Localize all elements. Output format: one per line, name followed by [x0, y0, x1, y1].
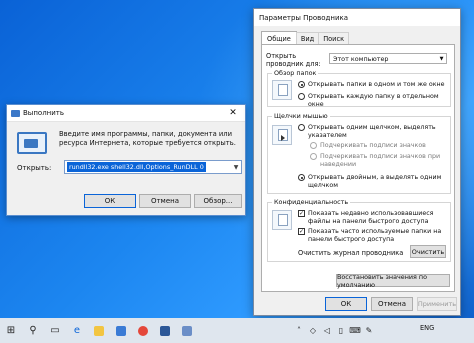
radio-button[interactable] [298, 93, 305, 100]
check-frequent-folders-label: Показать часто используемые папки на пан… [308, 228, 442, 243]
radio-underline-hover-label: Подчеркивать подписи значков при наведен… [320, 153, 441, 168]
cancel-button[interactable]: Отмена [371, 297, 413, 311]
checkbox[interactable]: ✓ [298, 228, 305, 235]
clicks-legend: Щелчки мышью [272, 112, 330, 120]
radio-button[interactable] [298, 174, 305, 181]
browse-folders-group: Обзор папок Открывать папки в одном и то… [267, 69, 451, 108]
taskbar: ⊞ ⚲ ▭ e ˄ ◇ ◁ ▯ ⌨ ✎ ENG [0, 318, 474, 343]
folder-options-title: Параметры Проводника [259, 13, 349, 22]
store-icon[interactable] [110, 318, 132, 343]
radio-same-window[interactable]: Открывать папки в одном и том же окне [298, 81, 445, 89]
radio-underline-always[interactable]: Подчеркивать подписи значков [310, 142, 448, 150]
ok-button[interactable]: ОК [325, 297, 367, 311]
run-description: Введите имя программы, папки, документа … [59, 130, 236, 147]
folder-options-titlebar[interactable]: Параметры Проводника [254, 9, 460, 26]
pointer-illustration-icon [272, 125, 292, 145]
network-icon[interactable]: ◇ [306, 326, 320, 335]
radio-underline-always-label: Подчеркивать подписи значков [320, 142, 426, 149]
check-recent-files[interactable]: ✓ Показать недавно использовавшиеся файл… [298, 210, 448, 225]
chevron-up-icon[interactable]: ˄ [292, 326, 306, 335]
open-explorer-for-select[interactable]: Этот компьютер ▼ [329, 53, 447, 64]
checkbox[interactable]: ✓ [298, 210, 305, 217]
volume-icon[interactable]: ◁ [320, 326, 334, 335]
radio-single-click[interactable]: Открывать одним щелчком, выделять указат… [298, 124, 448, 139]
check-frequent-folders[interactable]: ✓ Показать часто используемые папки на п… [298, 228, 448, 243]
radio-button[interactable] [298, 81, 305, 88]
run-dialog: Выполнить ✕ Введите имя программы, папки… [6, 104, 246, 216]
check-recent-files-label: Показать недавно использовавшиеся файлы … [308, 210, 434, 225]
app-icon[interactable] [176, 318, 198, 343]
windows-start-icon[interactable]: ⊞ [0, 318, 22, 343]
task-view-icon[interactable]: ▭ [44, 318, 66, 343]
privacy-legend: Конфиденциальность [272, 198, 351, 206]
privacy-group: Конфиденциальность ✓ Показать недавно ис… [267, 198, 451, 262]
run-cancel-button[interactable]: Отмена [139, 194, 191, 208]
clear-history-label: Очистить журнал проводника [298, 249, 404, 257]
open-label: Открыть: [17, 164, 52, 172]
close-icon[interactable]: ✕ [221, 108, 245, 118]
ime-icon[interactable]: ⌨ [348, 326, 362, 335]
clear-history-button[interactable]: Очистить [410, 245, 446, 258]
run-ok-button[interactable]: ОК [84, 194, 136, 208]
pen-icon[interactable]: ✎ [362, 326, 376, 335]
open-explorer-for-label: Открыть проводник для: [266, 52, 321, 68]
radio-button[interactable] [298, 124, 305, 131]
radio-new-window-label: Открывать каждую папку в отдельном окне [308, 93, 439, 108]
chrome-icon[interactable] [132, 318, 154, 343]
open-input[interactable]: rundll32.exe shell32.dll,Options_RunDLL … [64, 160, 242, 174]
radio-single-click-label: Открывать одним щелчком, выделять указат… [308, 124, 436, 139]
language-indicator[interactable]: ENG [420, 324, 434, 332]
apply-button[interactable]: Применить [417, 297, 457, 311]
run-program-icon [17, 132, 47, 154]
radio-button[interactable] [310, 153, 317, 160]
run-browse-button[interactable]: Обзор... [194, 194, 242, 208]
run-titlebar[interactable]: Выполнить ✕ [7, 105, 245, 122]
radio-new-window[interactable]: Открывать каждую папку в отдельном окне [298, 93, 450, 108]
explorer-icon[interactable] [88, 318, 110, 343]
folder-options-dialog: Параметры Проводника Общие Вид Поиск Отк… [253, 8, 461, 316]
battery-icon[interactable]: ▯ [334, 326, 348, 335]
chevron-down-icon[interactable]: ▼ [437, 56, 446, 62]
radio-underline-hover[interactable]: Подчеркивать подписи значков при наведен… [310, 153, 448, 168]
chevron-down-icon[interactable]: ▼ [231, 164, 241, 171]
general-panel: Открыть проводник для: Этот компьютер ▼ … [261, 44, 455, 292]
radio-same-window-label: Открывать папки в одном и том же окне [308, 81, 445, 88]
system-tray: ˄ ◇ ◁ ▯ ⌨ ✎ [292, 318, 376, 343]
word-icon[interactable] [154, 318, 176, 343]
open-input-value[interactable]: rundll32.exe shell32.dll,Options_RunDLL … [67, 162, 206, 172]
privacy-illustration-icon [272, 210, 292, 230]
restore-defaults-button[interactable]: Восстановить значения по умолчанию [336, 273, 450, 289]
folder-illustration-icon [272, 80, 292, 100]
run-title: Выполнить [23, 109, 64, 117]
run-app-icon [11, 109, 20, 117]
clicks-group: Щелчки мышью Открывать одним щелчком, вы… [267, 112, 451, 194]
radio-button[interactable] [310, 142, 317, 149]
browse-folders-legend: Обзор папок [272, 69, 319, 77]
radio-double-click[interactable]: Открывать двойным, а выделять одним щелч… [298, 174, 448, 189]
radio-double-click-label: Открывать двойным, а выделять одним щелч… [308, 174, 442, 189]
edge-icon[interactable]: e [66, 318, 88, 343]
search-icon[interactable]: ⚲ [22, 318, 44, 343]
open-explorer-for-value: Этот компьютер [333, 54, 389, 63]
